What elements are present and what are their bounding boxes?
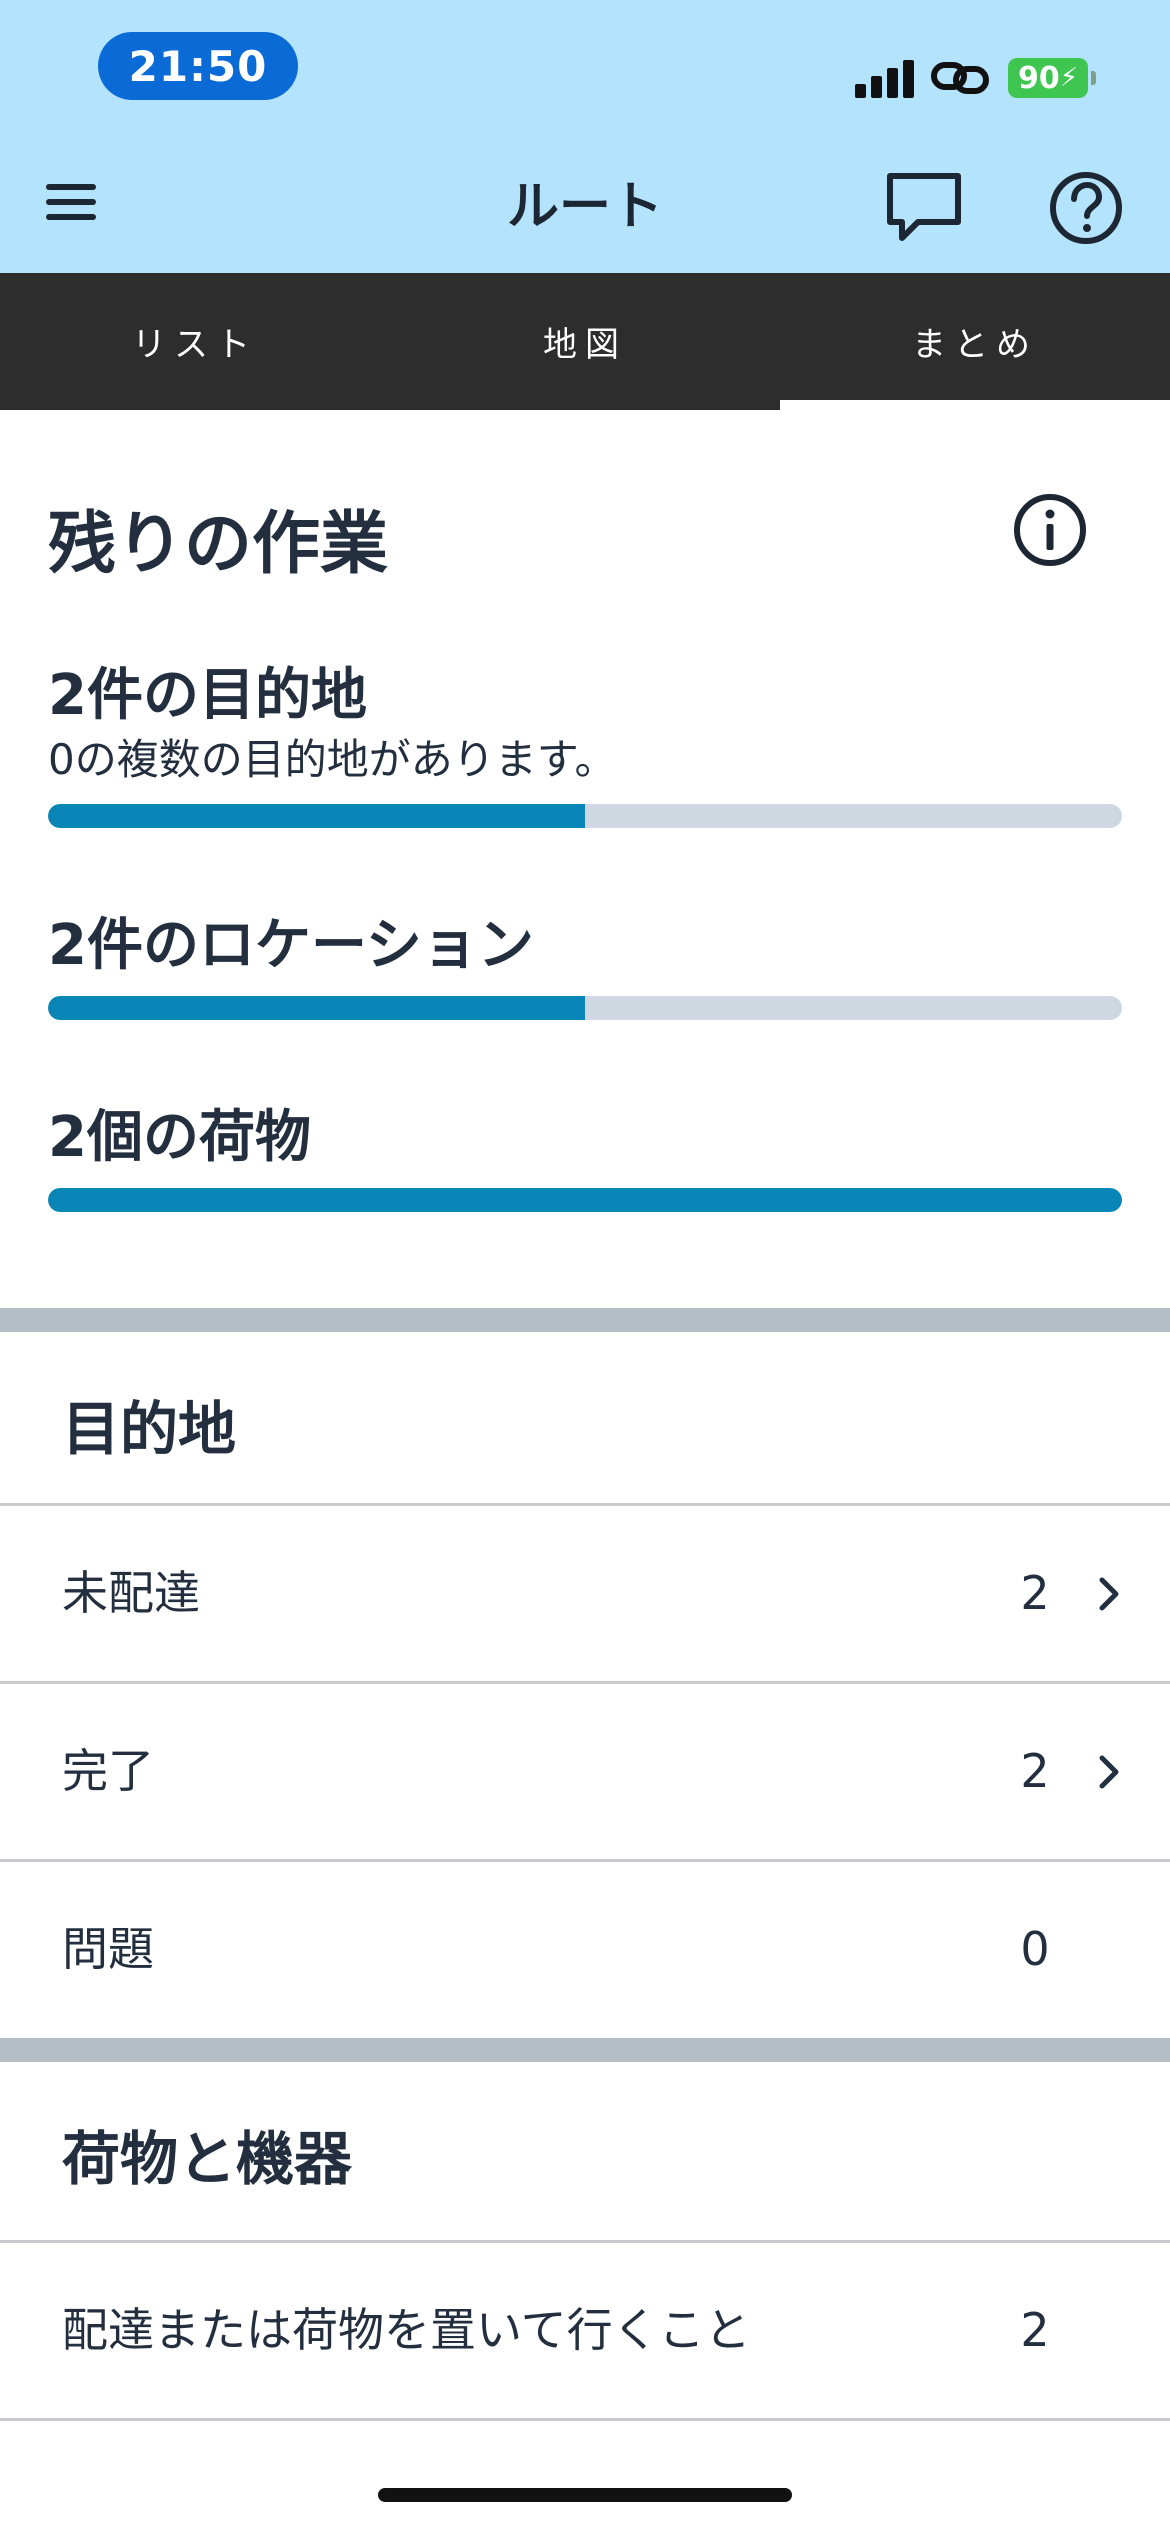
destinations-row-undelivered[interactable]: 未配達 2 [0, 1506, 1170, 1681]
section-divider [0, 2038, 1170, 2062]
chevron-right-icon [1099, 1755, 1119, 1789]
metric-packages-label: 2個の荷物 [48, 1105, 311, 1170]
app-header: 21:50 90 ⚡ ルート [0, 0, 1170, 273]
tab-map[interactable]: 地図 [390, 273, 780, 410]
destinations-row-completed[interactable]: 完了 2 [0, 1684, 1170, 1859]
link-icon [931, 62, 989, 94]
info-icon[interactable] [1012, 492, 1088, 568]
battery-level: 90 [1017, 60, 1060, 96]
row-label: 問題 [62, 1922, 154, 1976]
tab-map-label: 地図 [543, 325, 627, 365]
status-time: 21:50 [98, 32, 298, 100]
metric-destinations-progress [48, 804, 1122, 828]
row-label: 完了 [62, 1744, 154, 1798]
battery-icon: 90 ⚡ [1008, 58, 1096, 98]
destinations-title: 目的地 [62, 1395, 237, 1463]
destinations-row-issues: 問題 0 [0, 1862, 1170, 2037]
tab-summary-label: まとめ [912, 325, 1038, 365]
signal-icon [855, 58, 915, 98]
row-count: 2 [1020, 1566, 1050, 1620]
tab-list[interactable]: リスト [0, 273, 390, 410]
row-divider [0, 2418, 1170, 2421]
metric-destinations-sub: 0の複数の目的地があります。 [48, 735, 617, 784]
help-icon[interactable] [1048, 170, 1124, 246]
row-count: 0 [1020, 1922, 1050, 1976]
page-title: ルート [506, 177, 663, 237]
metric-locations-label: 2件のロケーション [48, 913, 534, 978]
progress-fill [48, 1188, 1122, 1212]
menu-icon[interactable] [46, 180, 98, 224]
row-label: 配達または荷物を置いて行くこと [62, 2303, 751, 2357]
tab-summary[interactable]: まとめ [780, 273, 1170, 410]
tab-bar: リスト 地図 まとめ [0, 273, 1170, 410]
chat-icon[interactable] [884, 170, 964, 246]
tab-list-label: リスト [132, 325, 258, 365]
packages-title: 荷物と機器 [62, 2125, 353, 2193]
home-indicator [378, 2488, 792, 2502]
metric-packages-progress [48, 1188, 1122, 1212]
metric-locations-progress [48, 996, 1122, 1020]
chevron-right-icon [1099, 1577, 1119, 1611]
row-count: 2 [1020, 1744, 1050, 1798]
row-count: 2 [1020, 2303, 1050, 2357]
charging-bolt-icon: ⚡ [1059, 63, 1078, 93]
row-label: 未配達 [62, 1566, 200, 1620]
metric-destinations-label: 2件の目的地 [48, 663, 367, 728]
packages-row-deliver: 配達または荷物を置いて行くこと 2 [0, 2243, 1170, 2418]
progress-fill [48, 996, 585, 1020]
section-divider [0, 1308, 1170, 1332]
remaining-work-title: 残りの作業 [48, 505, 389, 584]
progress-fill [48, 804, 585, 828]
